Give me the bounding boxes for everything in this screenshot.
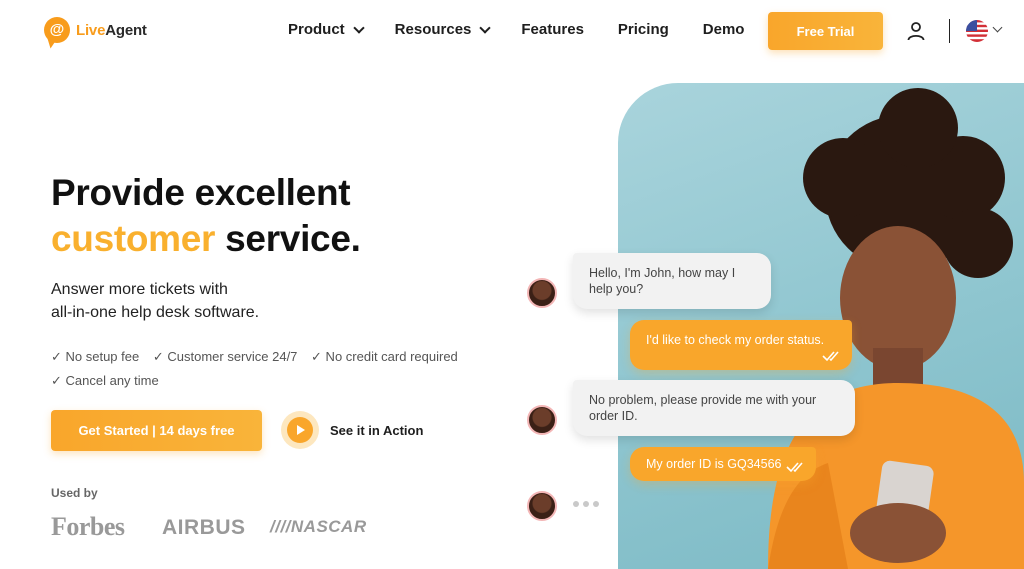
header-divider <box>949 19 950 43</box>
check-item: ✓ Cancel any time <box>51 373 159 388</box>
free-trial-button[interactable]: Free Trial <box>768 12 883 50</box>
chat-message-user: My order ID is GQ34566 <box>630 447 816 481</box>
check-item: ✓ Customer service 24/7 <box>152 349 298 364</box>
chevron-down-icon <box>479 21 492 34</box>
hero-subtitle-line1: Answer more tickets with <box>51 281 228 298</box>
nav-product-label: Product <box>288 21 345 38</box>
language-chevron-down-icon[interactable] <box>992 22 1003 33</box>
chat-message-user: I'd like to check my order status. <box>630 320 852 370</box>
play-icon <box>287 417 313 443</box>
chat-message-text: No problem, please provide me with your … <box>589 393 817 423</box>
nav-demo-label: Demo <box>702 21 745 38</box>
nav-demo[interactable]: Demo <box>703 21 745 38</box>
double-check-icon <box>822 351 839 362</box>
typing-indicator <box>573 501 599 507</box>
nav-resources[interactable]: Resources <box>394 21 492 38</box>
airbus-logo: AIRBUS <box>162 516 246 539</box>
feature-checklist: ✓ No setup fee ✓ Customer service 24/7 ✓… <box>51 345 471 393</box>
chevron-down-icon <box>353 21 365 34</box>
nav-pricing-label: Pricing <box>617 21 669 38</box>
hero-subtitle: Answer more tickets with all-in-one help… <box>51 278 351 324</box>
see-in-action-link[interactable]: See it in Action <box>330 423 423 438</box>
double-check-icon <box>786 462 803 473</box>
main-nav: Product Resources Features Pricing Demo <box>288 21 744 38</box>
chat-message-agent: Hello, I'm John, how may I help you? <box>573 253 771 309</box>
us-flag-icon[interactable] <box>966 20 988 42</box>
get-started-button[interactable]: Get Started | 14 days free <box>51 410 262 451</box>
hero-title-line1: Provide excellent <box>51 172 351 213</box>
nav-features-label: Features <box>521 21 584 38</box>
forbes-logo: Forbes <box>51 512 125 541</box>
nascar-logo: ////NASCAR <box>270 517 367 536</box>
used-by-label: Used by <box>51 486 98 500</box>
agent-avatar <box>527 491 557 521</box>
logo-text: LiveAgent <box>76 21 147 39</box>
play-video-button[interactable] <box>281 411 319 449</box>
hero-title-rest: service. <box>215 218 361 259</box>
check-item: ✓ No credit card required <box>311 349 458 364</box>
hero-title: Provide excellent customer service. <box>51 170 361 262</box>
hero-subtitle-line2: all-in-one help desk software. <box>51 304 260 321</box>
chat-message-agent: No problem, please provide me with your … <box>573 380 855 436</box>
chat-message-text: My order ID is GQ34566 <box>646 457 782 471</box>
nav-resources-label: Resources <box>394 21 472 38</box>
logo-icon: @ <box>44 17 70 43</box>
nav-product[interactable]: Product <box>288 21 365 38</box>
nav-pricing[interactable]: Pricing <box>618 21 669 38</box>
site-header: @ LiveAgent Product Resources Features P… <box>0 0 1024 62</box>
nav-features[interactable]: Features <box>521 21 584 38</box>
chat-message-text: Hello, I'm John, how may I help you? <box>589 266 736 296</box>
check-item: ✓ No setup fee <box>51 349 140 364</box>
chat-message-text: I'd like to check my order status. <box>646 333 825 347</box>
agent-avatar <box>527 278 557 308</box>
agent-avatar <box>527 405 557 435</box>
user-icon[interactable] <box>906 21 926 41</box>
hero-title-accent: customer <box>51 218 216 259</box>
liveagent-logo[interactable]: @ LiveAgent <box>44 17 147 43</box>
